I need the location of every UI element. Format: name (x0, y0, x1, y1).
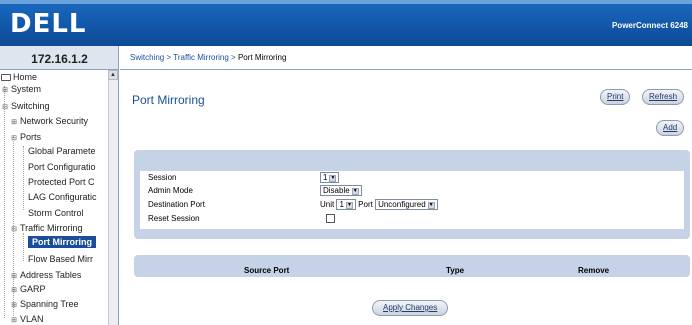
column-header-type: Type (446, 266, 465, 275)
admin-mode-row: Admin Mode Disable ▼ (140, 185, 684, 197)
destination-port-controls: Unit 1 ▼ Port Unconfigured ▼ (320, 199, 438, 211)
reset-session-row: Reset Session (140, 213, 684, 225)
expand-icon[interactable]: ⊞ (1, 87, 9, 95)
chevron-down-icon: ▼ (345, 202, 353, 210)
sidebar-item-label: Network Security (20, 116, 89, 126)
sidebar-item-ports[interactable]: ⊟ Ports (10, 131, 41, 143)
scroll-up-arrow-icon[interactable]: ▲ (108, 70, 118, 80)
port-select[interactable]: Unconfigured ▼ (375, 199, 438, 211)
column-header-remove: Remove (578, 266, 610, 275)
sidebar-item-garp[interactable]: ⊞ GARP (10, 283, 46, 295)
expand-icon[interactable]: ⊞ (10, 317, 18, 325)
admin-mode-label: Admin Mode (148, 186, 193, 195)
port-select-value: Unconfigured (378, 200, 426, 210)
top-banner: DELL PowerConnect 6248 (0, 0, 692, 46)
tree-guide-line (23, 233, 24, 261)
sidebar-item-label: Home (13, 72, 38, 82)
destination-port-row: Destination Port Unit 1 ▼ Port Unconfigur… (140, 199, 684, 211)
sidebar-item-spanning-tree[interactable]: ⊞ Spanning Tree (10, 298, 79, 310)
sidebar-item-label: Global Paramete (28, 146, 96, 156)
breadcrumb-current: Port Mirroring (237, 53, 287, 62)
device-ip: 172.16.1.2 (31, 52, 88, 66)
dell-logo: DELL (10, 9, 87, 39)
reset-session-checkbox[interactable] (326, 214, 335, 223)
breadcrumb-separator: > (166, 53, 172, 62)
banner-strip (0, 0, 692, 4)
page-title: Port Mirroring (132, 93, 205, 107)
add-button[interactable]: Add (656, 120, 685, 136)
chevron-down-icon: ▼ (351, 188, 359, 196)
destination-port-label: Destination Port (148, 200, 205, 209)
sidebar-item-home[interactable]: Home (1, 71, 37, 83)
sidebar-item-label: Traffic Mirroring (20, 223, 83, 233)
sidebar-item-traffic-mirroring[interactable]: ⊟ Traffic Mirroring (10, 222, 83, 234)
sidebar-item-label: Port Mirroring (32, 237, 92, 247)
breadcrumb-link-switching[interactable]: Switching (130, 53, 164, 62)
chevron-down-icon: ▼ (329, 175, 337, 183)
tree-guide-line (4, 86, 5, 318)
sidebar-item-switching[interactable]: ⊟ Switching (1, 100, 50, 112)
sidebar-item-flow-based-mirroring[interactable]: Flow Based Mirr (28, 253, 93, 265)
breadcrumb-link-traffic-mirroring[interactable]: Traffic Mirroring (173, 53, 229, 62)
sidebar-item-global-parameters[interactable]: Global Paramete (28, 145, 96, 157)
sidebar-item-address-tables[interactable]: ⊞ Address Tables (10, 269, 81, 281)
print-button[interactable]: Print (600, 89, 631, 105)
unit-select[interactable]: 1 ▼ (336, 199, 356, 211)
navigation-tree: Home ⊞ System ⊟ Switching ⊞ Network Securit… (0, 70, 119, 325)
sidebar-item-label: Ports (20, 132, 42, 142)
folder-icon (1, 74, 11, 81)
apply-changes-button[interactable]: Apply Changes (372, 300, 449, 316)
reset-session-label: Reset Session (148, 214, 200, 223)
breadcrumb: Switching > Traffic Mirroring > Port Mir… (130, 53, 286, 62)
sidebar-item-label: Address Tables (20, 270, 82, 280)
session-form-panel: Session 1 ▼ Admin Mode Disable ▼ Destinati… (134, 150, 690, 239)
collapse-icon[interactable]: ⊟ (10, 135, 18, 143)
sidebar-item-label: Protected Port C (28, 177, 95, 187)
refresh-button[interactable]: Refresh (642, 89, 685, 105)
product-name: PowerConnect 6248 (611, 21, 688, 30)
collapse-icon[interactable]: ⊟ (1, 104, 9, 112)
source-port-table: Source Port Type Remove (134, 255, 690, 277)
expand-icon[interactable]: ⊞ (10, 273, 18, 281)
device-ip-box: 172.16.1.2 (0, 46, 119, 70)
unit-label: Unit (320, 200, 335, 209)
column-header-source-port: Source Port (244, 266, 290, 275)
sidebar-item-lag-configuration[interactable]: LAG Configuratic (28, 191, 97, 203)
sidebar-scrollbar[interactable]: ▲ (108, 70, 118, 325)
sidebar-item-network-security[interactable]: ⊞ Network Security (10, 115, 88, 127)
sidebar-item-label: GARP (20, 284, 46, 294)
unit-select-value: 1 (339, 200, 344, 210)
breadcrumb-bar: Switching > Traffic Mirroring > Port Mir… (120, 46, 692, 70)
sidebar-item-label: Port Configuratio (28, 162, 96, 172)
port-label: Port (358, 200, 373, 209)
chevron-down-icon: ▼ (427, 202, 435, 210)
admin-mode-select[interactable]: Disable ▼ (320, 185, 362, 197)
sidebar-item-port-configuration[interactable]: Port Configuratio (28, 161, 96, 173)
sidebar-item-label: System (11, 84, 42, 94)
session-label: Session (148, 173, 177, 182)
session-form: Session 1 ▼ Admin Mode Disable ▼ Destinati… (140, 171, 684, 229)
sidebar-item-label: VLAN (20, 314, 44, 324)
expand-icon[interactable]: ⊞ (10, 287, 18, 295)
sidebar-item-vlan[interactable]: ⊞ VLAN (10, 313, 44, 325)
session-select[interactable]: 1 ▼ (320, 172, 340, 184)
session-row: Session 1 ▼ (140, 172, 684, 184)
breadcrumb-separator: > (231, 53, 236, 62)
sidebar-item-label: LAG Configuratic (28, 192, 97, 202)
sidebar-item-storm-control[interactable]: Storm Control (28, 207, 84, 219)
sidebar-item-label: Spanning Tree (20, 299, 79, 309)
collapse-icon[interactable]: ⊟ (10, 226, 18, 234)
sidebar-item-label: Storm Control (28, 208, 84, 218)
expand-icon[interactable]: ⊞ (10, 119, 18, 127)
session-select-value: 1 (323, 173, 328, 183)
sidebar-item-port-mirroring[interactable]: Port Mirroring (28, 236, 96, 248)
tree-guide-line (23, 146, 24, 210)
expand-icon[interactable]: ⊞ (10, 302, 18, 310)
sidebar-item-system[interactable]: ⊞ System (1, 83, 41, 95)
sidebar-item-label: Flow Based Mirr (28, 254, 94, 264)
sidebar-item-label: Switching (11, 101, 50, 111)
admin-mode-select-value: Disable (323, 186, 350, 196)
sidebar-item-protected-port[interactable]: Protected Port C (28, 176, 95, 188)
